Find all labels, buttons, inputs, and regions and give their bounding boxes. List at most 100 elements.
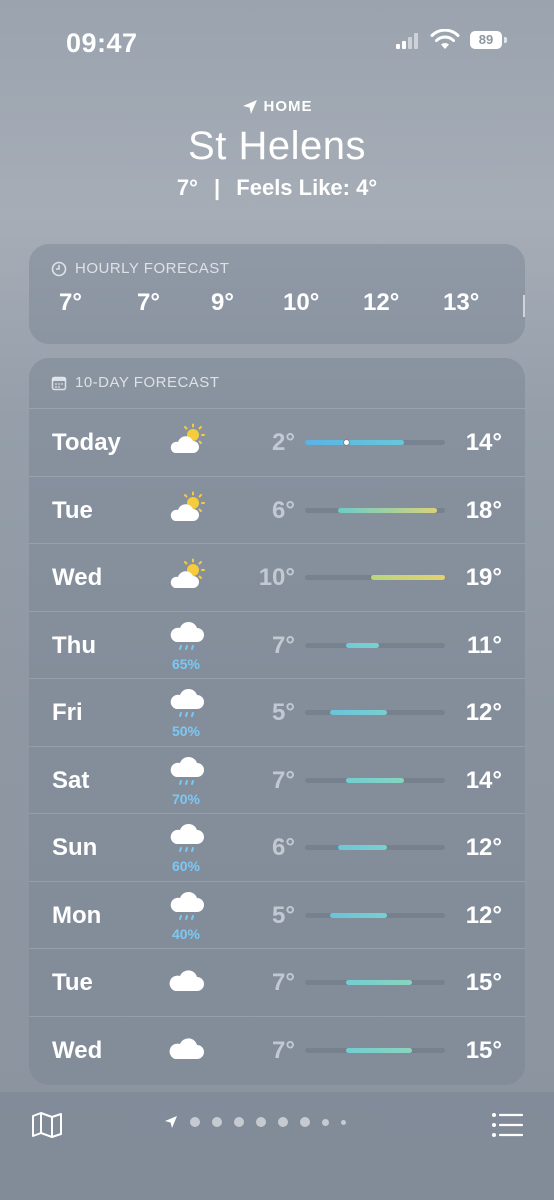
list-icon[interactable] bbox=[490, 1112, 524, 1138]
forecast-day-row[interactable]: Fri 50% 5° 12° bbox=[29, 678, 525, 746]
forecast-day-row[interactable]: Today 2° 14° bbox=[29, 408, 525, 476]
hourly-title-text: HOURLY FORECAST bbox=[75, 260, 230, 277]
location-label: HOME bbox=[242, 98, 313, 115]
high-temp: 14° bbox=[465, 766, 502, 794]
hourly-overflow-hint bbox=[523, 295, 525, 317]
forecast-day-row[interactable]: Tue 6° 18° bbox=[29, 475, 525, 544]
page-dot[interactable] bbox=[212, 1117, 222, 1127]
city-name: St Helens bbox=[188, 123, 366, 168]
day-name: Mon bbox=[52, 901, 102, 929]
forecast-day-row[interactable]: Tue 7° 15° bbox=[29, 948, 525, 1016]
low-temp: 6° bbox=[272, 496, 295, 524]
temp-range-bar bbox=[305, 980, 445, 985]
page-indicator[interactable] bbox=[164, 1115, 346, 1129]
temp-range-fill bbox=[346, 980, 413, 985]
current-temp-marker bbox=[342, 439, 350, 446]
page-dot[interactable] bbox=[190, 1117, 200, 1127]
page-dot[interactable] bbox=[322, 1118, 329, 1126]
temp-range-fill bbox=[370, 575, 445, 580]
temp-range-bar bbox=[305, 777, 445, 783]
day-name: Sat bbox=[52, 766, 90, 794]
ten-day-forecast-card: 10-DAY FORECAST Today 2° 14° Tue 6° 18° Wed 10°… bbox=[29, 358, 525, 1085]
temp-range-fill bbox=[337, 507, 437, 513]
low-temp: 10° bbox=[258, 564, 295, 591]
status-time: 09:47 bbox=[66, 28, 138, 58]
high-temp: 15° bbox=[465, 969, 502, 996]
forecast-day-row[interactable]: Sun 60% 6° 12° bbox=[29, 813, 525, 881]
high-temp: 19° bbox=[465, 564, 502, 591]
hourly-temp: 7° bbox=[59, 289, 82, 316]
partly-sunny-icon bbox=[167, 423, 207, 457]
temp-range-fill bbox=[329, 912, 388, 918]
temp-range-bar bbox=[305, 507, 445, 513]
current-temp: 7° bbox=[176, 174, 198, 200]
temp-range-bar bbox=[305, 845, 445, 850]
ten-day-title-text: 10-DAY FORECAST bbox=[75, 374, 220, 391]
high-temp: 12° bbox=[465, 901, 502, 929]
hourly-temp: 12° bbox=[363, 289, 400, 316]
temp-range-fill bbox=[337, 845, 388, 850]
page-dot[interactable] bbox=[234, 1117, 244, 1127]
day-name: Tue bbox=[52, 496, 93, 524]
day-name: Tue bbox=[52, 969, 93, 996]
calendar-icon bbox=[51, 376, 67, 390]
low-temp: 7° bbox=[272, 631, 295, 659]
day-name: Wed bbox=[52, 1036, 103, 1064]
hourly-row[interactable]: 7° 7° 9° 10° 12° 13° bbox=[29, 289, 525, 329]
hourly-temp: 10° bbox=[283, 289, 320, 316]
ten-day-forecast-title: 10-DAY FORECAST bbox=[29, 358, 525, 391]
wifi-icon bbox=[430, 28, 460, 51]
hourly-forecast-title: HOURLY FORECAST bbox=[29, 244, 525, 277]
temp-range-fill bbox=[305, 440, 404, 445]
cloud-icon bbox=[167, 963, 207, 997]
precip-chance: 70% bbox=[171, 790, 201, 807]
day-name: Today bbox=[52, 429, 121, 456]
temp-range-fill bbox=[346, 777, 404, 783]
rain-cloud-icon bbox=[167, 890, 207, 924]
forecast-day-row[interactable]: Sat 70% 7° 14° bbox=[29, 745, 525, 814]
precip-chance: 50% bbox=[171, 723, 201, 739]
cellular-signal-icon bbox=[396, 33, 420, 49]
location-header: HOME St Helens 7° | Feels Like: 4° bbox=[0, 98, 554, 201]
day-name: Thu bbox=[52, 631, 96, 659]
status-bar: 09:47 89 bbox=[0, 0, 554, 80]
high-temp: 15° bbox=[465, 1036, 502, 1064]
high-temp: 14° bbox=[465, 429, 502, 456]
precip-chance: 60% bbox=[171, 858, 201, 874]
forecast-day-row[interactable]: Mon 40% 5° 12° bbox=[29, 880, 525, 949]
page-dot[interactable] bbox=[256, 1117, 266, 1127]
cloud-icon bbox=[167, 1031, 207, 1065]
temp-range-fill bbox=[346, 1047, 413, 1053]
current-location-icon[interactable] bbox=[164, 1115, 178, 1129]
low-temp: 5° bbox=[272, 699, 295, 726]
hourly-forecast-card[interactable]: HOURLY FORECAST 7° 7° 9° 10° 12° 13° bbox=[29, 244, 525, 344]
high-temp: 12° bbox=[465, 834, 502, 861]
precip-chance: 40% bbox=[171, 925, 201, 942]
temp-range-bar bbox=[305, 912, 445, 918]
page-dot[interactable] bbox=[300, 1117, 310, 1127]
page-dot[interactable] bbox=[278, 1117, 288, 1127]
hourly-temp: 9° bbox=[211, 289, 234, 316]
forecast-day-row[interactable]: Wed 7° 15° bbox=[29, 1015, 525, 1084]
location-arrow-icon bbox=[242, 99, 257, 114]
rain-cloud-icon bbox=[167, 687, 207, 721]
high-temp: 11° bbox=[467, 631, 502, 659]
temp-separator: | bbox=[214, 174, 221, 200]
low-temp: 5° bbox=[272, 901, 295, 929]
temp-range-fill bbox=[329, 710, 388, 715]
hourly-temp: 7° bbox=[137, 289, 160, 316]
map-icon[interactable] bbox=[30, 1110, 64, 1140]
day-name: Fri bbox=[52, 699, 83, 726]
page-dot[interactable] bbox=[341, 1119, 346, 1125]
bottom-toolbar bbox=[0, 1092, 554, 1200]
battery-icon: 89 bbox=[470, 31, 507, 49]
low-temp: 7° bbox=[272, 969, 295, 996]
forecast-day-row[interactable]: Thu 65% 7° 11° bbox=[29, 610, 525, 679]
temp-range-bar bbox=[305, 710, 445, 715]
low-temp: 2° bbox=[272, 429, 295, 456]
partly-sunny-icon bbox=[167, 491, 207, 525]
forecast-day-row[interactable]: Wed 10° 19° bbox=[29, 543, 525, 611]
low-temp: 7° bbox=[272, 766, 295, 794]
current-conditions: 7° | Feels Like: 4° bbox=[0, 175, 554, 201]
rain-cloud-icon bbox=[167, 822, 207, 856]
